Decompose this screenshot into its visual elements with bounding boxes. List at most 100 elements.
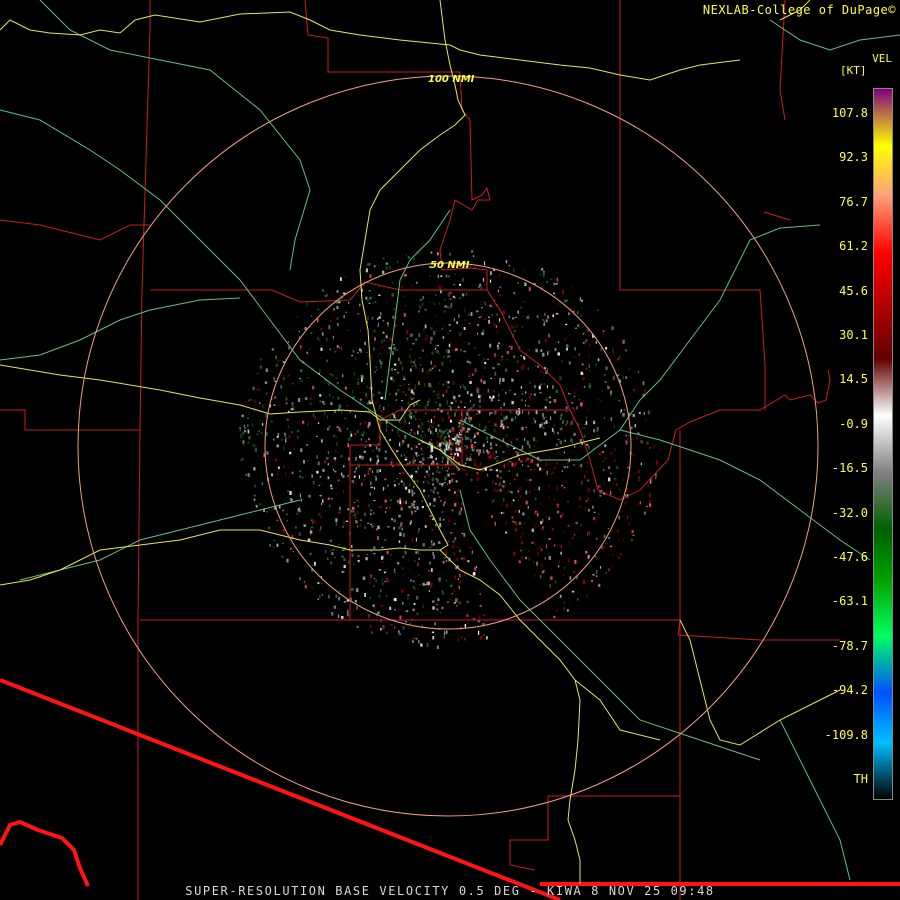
echo-pixel	[260, 432, 263, 434]
echo-pixel	[580, 371, 583, 375]
echo-pixel	[347, 461, 350, 466]
echo-pixel	[503, 416, 506, 421]
echo-pixel	[496, 331, 499, 334]
echo-pixel	[432, 636, 435, 640]
echo-pixel	[357, 352, 359, 354]
echo-pixel	[525, 426, 527, 429]
echo-pixel	[326, 359, 328, 363]
echo-pixel	[404, 274, 407, 277]
echo-pixel	[352, 506, 355, 510]
echo-pixel	[500, 412, 503, 416]
echo-pixel	[583, 434, 586, 438]
echo-pixel	[393, 344, 395, 346]
echo-pixel	[400, 525, 402, 527]
echo-pixel	[331, 612, 334, 616]
echo-pixel	[380, 589, 382, 593]
echo-pixel	[437, 253, 439, 255]
echo-pixel	[399, 472, 401, 474]
echo-pixel	[612, 348, 614, 353]
echo-pixel	[342, 525, 344, 529]
echo-pixel	[382, 555, 384, 559]
echo-pixel	[439, 581, 441, 583]
echo-pixel	[454, 437, 456, 441]
echo-pixel	[336, 381, 339, 384]
echo-pixel	[319, 495, 322, 497]
echo-pixel	[434, 622, 436, 626]
echo-pixel	[369, 492, 371, 496]
echo-pixel	[242, 457, 244, 461]
echo-pixel	[469, 265, 471, 267]
echo-pixel	[479, 283, 482, 287]
echo-pixel	[404, 305, 407, 307]
echo-pixel	[452, 438, 455, 441]
echo-pixel	[610, 491, 612, 495]
echo-pixel	[347, 329, 349, 331]
echo-pixel	[625, 434, 627, 437]
echo-pixel	[494, 353, 496, 357]
echo-pixel	[378, 594, 381, 598]
echo-pixel	[441, 419, 445, 421]
echo-pixel	[446, 470, 448, 472]
echo-pixel	[579, 439, 582, 443]
echo-pixel	[376, 400, 378, 402]
echo-pixel	[413, 404, 416, 407]
echo-pixel	[248, 435, 251, 440]
echo-pixel	[612, 554, 614, 556]
echo-pixel	[389, 338, 392, 341]
echo-pixel	[329, 539, 332, 542]
echo-pixel	[445, 440, 447, 445]
echo-pixel	[627, 466, 630, 469]
echo-pixel	[447, 524, 450, 526]
echo-pixel	[386, 340, 389, 343]
echo-pixel	[469, 546, 472, 549]
echo-pixel	[310, 332, 313, 334]
echo-pixel	[377, 391, 381, 394]
echo-pixel	[469, 456, 471, 460]
echo-pixel	[335, 493, 338, 495]
echo-pixel	[504, 483, 507, 488]
echo-pixel	[410, 389, 414, 394]
echo-pixel	[542, 526, 544, 529]
echo-pixel	[519, 536, 522, 539]
echo-pixel	[572, 407, 574, 409]
echo-pixel	[285, 437, 287, 441]
echo-pixel	[314, 561, 316, 566]
echo-pixel	[452, 477, 454, 480]
echo-pixel	[343, 465, 345, 468]
echo-pixel	[630, 538, 633, 542]
echo-pixel	[354, 516, 357, 519]
echo-pixel	[441, 511, 444, 514]
echo-pixel	[376, 469, 379, 473]
echo-pixel	[514, 416, 516, 420]
echo-pixel	[272, 546, 275, 548]
echo-pixel	[356, 605, 358, 610]
echo-pixel	[466, 457, 469, 461]
echo-pixel	[620, 515, 622, 518]
echo-pixel	[560, 544, 562, 549]
echo-pixel	[521, 455, 524, 460]
echo-pixel	[453, 602, 457, 604]
echo-pixel	[493, 498, 495, 503]
echo-pixel	[603, 417, 606, 419]
echo-pixel	[413, 342, 415, 345]
echo-pixel	[446, 355, 449, 359]
echo-pixel	[346, 427, 349, 430]
echo-pixel	[284, 434, 286, 437]
echo-pixel	[464, 445, 467, 447]
echo-pixel	[412, 361, 415, 363]
echo-pixel	[567, 392, 569, 395]
echo-pixel	[355, 467, 357, 471]
echo-pixel	[399, 615, 402, 620]
echo-pixel	[411, 538, 413, 542]
echo-pixel	[519, 495, 521, 498]
echo-pixel	[463, 308, 466, 313]
echo-pixel	[300, 369, 303, 373]
echo-pixel	[435, 457, 437, 460]
echo-pixel	[474, 368, 477, 373]
echo-pixel	[540, 564, 544, 567]
echo-pixel	[435, 294, 437, 296]
echo-pixel	[578, 353, 580, 356]
echo-pixel	[445, 559, 448, 562]
echo-pixel	[332, 468, 334, 471]
echo-pixel	[483, 634, 485, 636]
